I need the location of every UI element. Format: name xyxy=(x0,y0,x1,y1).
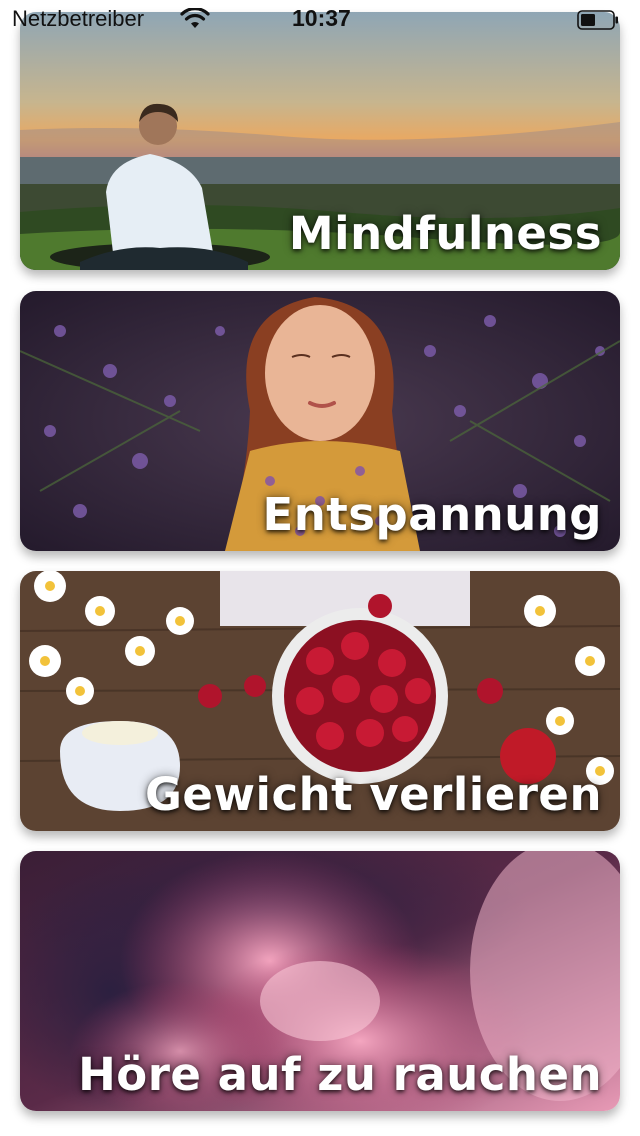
battery-icon xyxy=(577,10,619,30)
status-bar: Netzbetreiber 10:37 xyxy=(0,0,640,40)
status-time: 10:37 xyxy=(292,5,351,31)
category-card-gewicht-verlieren[interactable]: Gewicht verlieren xyxy=(20,571,620,831)
category-title: Mindfulness xyxy=(288,207,602,260)
category-card-hoere-auf-zu-rauchen[interactable]: Höre auf zu rauchen xyxy=(20,851,620,1111)
category-title: Gewicht verlieren xyxy=(144,768,602,821)
category-title: Entspannung xyxy=(262,488,602,541)
category-title: Höre auf zu rauchen xyxy=(78,1048,602,1101)
category-card-mindfulness[interactable]: Mindfulness xyxy=(20,12,620,270)
carrier-name: Netzbetreiber xyxy=(12,6,145,31)
wifi-icon xyxy=(180,7,210,30)
category-card-entspannung[interactable]: Entspannung xyxy=(20,291,620,551)
